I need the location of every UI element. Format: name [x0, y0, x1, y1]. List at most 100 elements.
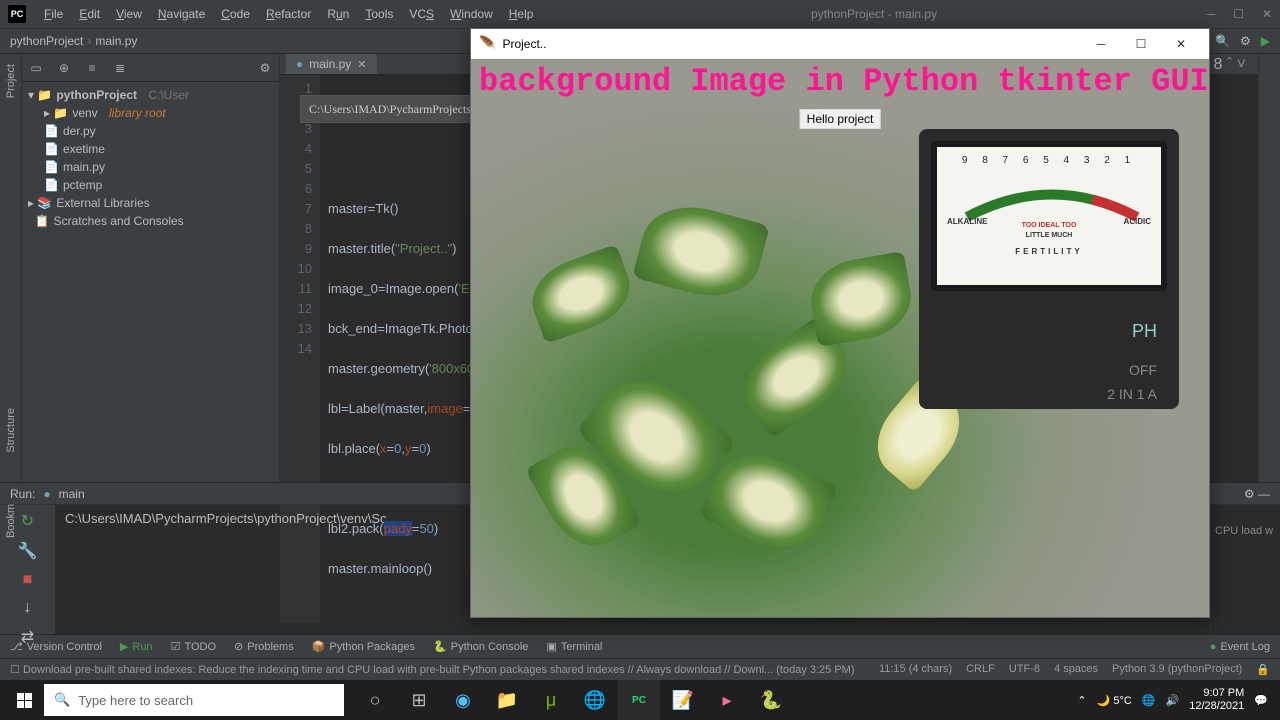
breadcrumb-project[interactable]: pythonProject — [10, 34, 83, 48]
left-tool-strip: Project Structure Bookmarks — [0, 54, 22, 504]
status-message[interactable]: Download pre-built shared indexes: Reduc… — [23, 664, 855, 676]
tk-heading: background Image in Python tkinter GUI — [479, 63, 1209, 101]
menu-view[interactable]: View — [108, 7, 150, 21]
tk-minimize-icon[interactable]: ─ — [1081, 30, 1121, 58]
task-view-icon[interactable]: ⊞ — [398, 680, 440, 720]
tree-ext-libs[interactable]: ▸ 📚 External Libraries — [28, 194, 273, 212]
bottom-tool-tabs: ⎇ Version Control ▶ Run ☑ TODO ⊘ Problem… — [0, 634, 1280, 658]
weather-icon[interactable]: 🌙 5°C — [1097, 694, 1132, 707]
ide-close-icon[interactable]: ✕ — [1262, 7, 1272, 21]
volume-icon[interactable]: 🔊 — [1166, 694, 1180, 707]
tree-file[interactable]: 📄 main.py — [28, 158, 273, 176]
search-icon: 🔍 — [54, 692, 70, 708]
tab-todo[interactable]: ☑ TODO — [171, 640, 216, 653]
tab-console[interactable]: 🐍 Python Console — [433, 640, 528, 653]
event-log[interactable]: ● Event Log — [1210, 641, 1270, 653]
window-title: pythonProject - main.py — [541, 7, 1206, 21]
search-icon[interactable]: 🔍 — [1215, 34, 1230, 48]
project-view-icon[interactable]: ▭ — [28, 60, 44, 76]
breadcrumb-file[interactable]: main.py — [95, 34, 137, 48]
menu-vcs[interactable]: VCS — [401, 7, 442, 21]
interpreter[interactable]: Python 3.9 (pythonProject) — [1112, 663, 1242, 676]
tk-maximize-icon[interactable]: ☐ — [1121, 30, 1161, 58]
tk-hello-label: Hello project — [800, 109, 881, 129]
tray-chevron-icon[interactable]: ⌃ — [1077, 694, 1086, 707]
tk-body: background Image in Python tkinter GUI H… — [471, 59, 1209, 617]
tab-close-icon[interactable]: ✕ — [357, 58, 366, 71]
tree-root[interactable]: ▾ 📁 pythonProject C:\User — [28, 86, 273, 104]
collapse-icon[interactable]: ≣ — [112, 60, 128, 76]
explorer-icon[interactable]: 📁 — [486, 680, 528, 720]
project-panel: ▭ ⊕ ≡ ≣ ⚙ ▾ 📁 pythonProject C:\User ▸ 📁 … — [22, 54, 280, 504]
locate-icon[interactable]: ⊕ — [56, 60, 72, 76]
tree-venv[interactable]: ▸ 📁 venv library root — [28, 104, 273, 122]
python-icon[interactable]: 🐍 — [750, 680, 792, 720]
taskbar-search[interactable]: 🔍 Type here to search — [44, 684, 344, 716]
menu-code[interactable]: Code — [213, 7, 258, 21]
encoding[interactable]: UTF-8 — [1009, 663, 1040, 676]
run-tool-icon[interactable]: 🔧 — [18, 541, 38, 561]
status-bar: ☐ Download pre-built shared indexes: Red… — [0, 658, 1280, 680]
menu-run[interactable]: Run — [319, 7, 357, 21]
app-icon[interactable]: ▸ — [706, 680, 748, 720]
rerun-icon[interactable]: ↻ — [21, 511, 34, 531]
tk-window-title: Project.. — [502, 37, 546, 51]
ide-titlebar: PC File Edit View Navigate Code Refactor… — [0, 0, 1280, 28]
indent[interactable]: 4 spaces — [1054, 663, 1098, 676]
cortana-icon[interactable]: ○ — [354, 680, 396, 720]
tree-scratches[interactable]: 📋 Scratches and Consoles — [28, 212, 273, 230]
warning-count: 8 — [1214, 56, 1223, 73]
menu-edit[interactable]: Edit — [71, 7, 108, 21]
utorrent-icon[interactable]: μ — [530, 680, 572, 720]
notifications-icon[interactable]: 💬 — [1254, 694, 1268, 707]
panel-settings-icon[interactable]: ⚙ — [257, 60, 273, 76]
run-config-name: main — [59, 487, 85, 501]
start-button[interactable] — [4, 680, 44, 720]
editor-tab-main[interactable]: ● main.py ✕ — [286, 54, 377, 74]
tab-run[interactable]: ▶ Run — [120, 640, 153, 653]
notepad-icon[interactable]: 📝 — [662, 680, 704, 720]
tab-label: main.py — [309, 57, 351, 71]
tab-terminal[interactable]: ▣ Terminal — [546, 640, 602, 653]
tab-vcs[interactable]: ⎇ Version Control — [10, 640, 102, 653]
pycharm-taskbar-icon[interactable]: PC — [618, 680, 660, 720]
stop-icon[interactable]: ■ — [23, 571, 33, 589]
tk-close-icon[interactable]: ✕ — [1161, 30, 1201, 58]
network-icon[interactable]: 🌐 — [1142, 694, 1156, 707]
pycharm-logo-icon: PC — [8, 5, 26, 23]
menu-refactor[interactable]: Refactor — [258, 7, 319, 21]
right-tool-strip — [1258, 54, 1280, 504]
lock-icon[interactable]: 🔒 — [1256, 663, 1270, 676]
tree-file[interactable]: 📄 der.py — [28, 122, 273, 140]
menu-tools[interactable]: Tools — [357, 7, 401, 21]
menu-file[interactable]: File — [36, 7, 71, 21]
cursor-position: 11:15 (4 chars) — [879, 663, 952, 676]
menu-help[interactable]: Help — [501, 7, 542, 21]
edge-icon[interactable]: ◉ — [442, 680, 484, 720]
tab-problems[interactable]: ⊘ Problems — [234, 640, 294, 653]
menu-window[interactable]: Window — [442, 7, 501, 21]
menu-navigate[interactable]: Navigate — [150, 7, 213, 21]
ide-minimize-icon[interactable]: ─ — [1207, 7, 1216, 21]
clock[interactable]: 9:07 PM 12/28/2021 — [1189, 687, 1244, 713]
settings-icon[interactable]: ⚙ — [1240, 34, 1251, 48]
ide-maximize-icon[interactable]: ☐ — [1233, 7, 1244, 21]
structure-tool-button[interactable]: Structure — [5, 408, 17, 453]
tree-file[interactable]: 📄 exetime — [28, 140, 273, 158]
status-msg-icon[interactable]: ☐ — [10, 663, 20, 676]
run-icon[interactable]: ▶ — [1261, 34, 1270, 48]
windows-taskbar: 🔍 Type here to search ○ ⊞ ◉ 📁 μ 🌐 PC 📝 ▸… — [0, 680, 1280, 720]
tab-packages[interactable]: 📦 Python Packages — [312, 640, 415, 653]
run-settings-icon[interactable]: ⚙ — — [1244, 487, 1270, 501]
tkinter-window[interactable]: 🪶 Project.. ─ ☐ ✕ background Image in Py… — [470, 28, 1210, 618]
tree-file[interactable]: 📄 pctemp — [28, 176, 273, 194]
tk-feather-icon: 🪶 — [479, 35, 496, 52]
project-tool-button[interactable]: Project — [5, 64, 17, 98]
line-ending[interactable]: CRLF — [966, 663, 995, 676]
tk-titlebar[interactable]: 🪶 Project.. ─ ☐ ✕ — [471, 29, 1209, 59]
chrome-icon[interactable]: 🌐 — [574, 680, 616, 720]
down-icon[interactable]: ↓ — [24, 599, 32, 617]
search-placeholder: Type here to search — [78, 693, 193, 708]
run-label: Run: — [10, 487, 35, 501]
expand-icon[interactable]: ≡ — [84, 60, 100, 76]
